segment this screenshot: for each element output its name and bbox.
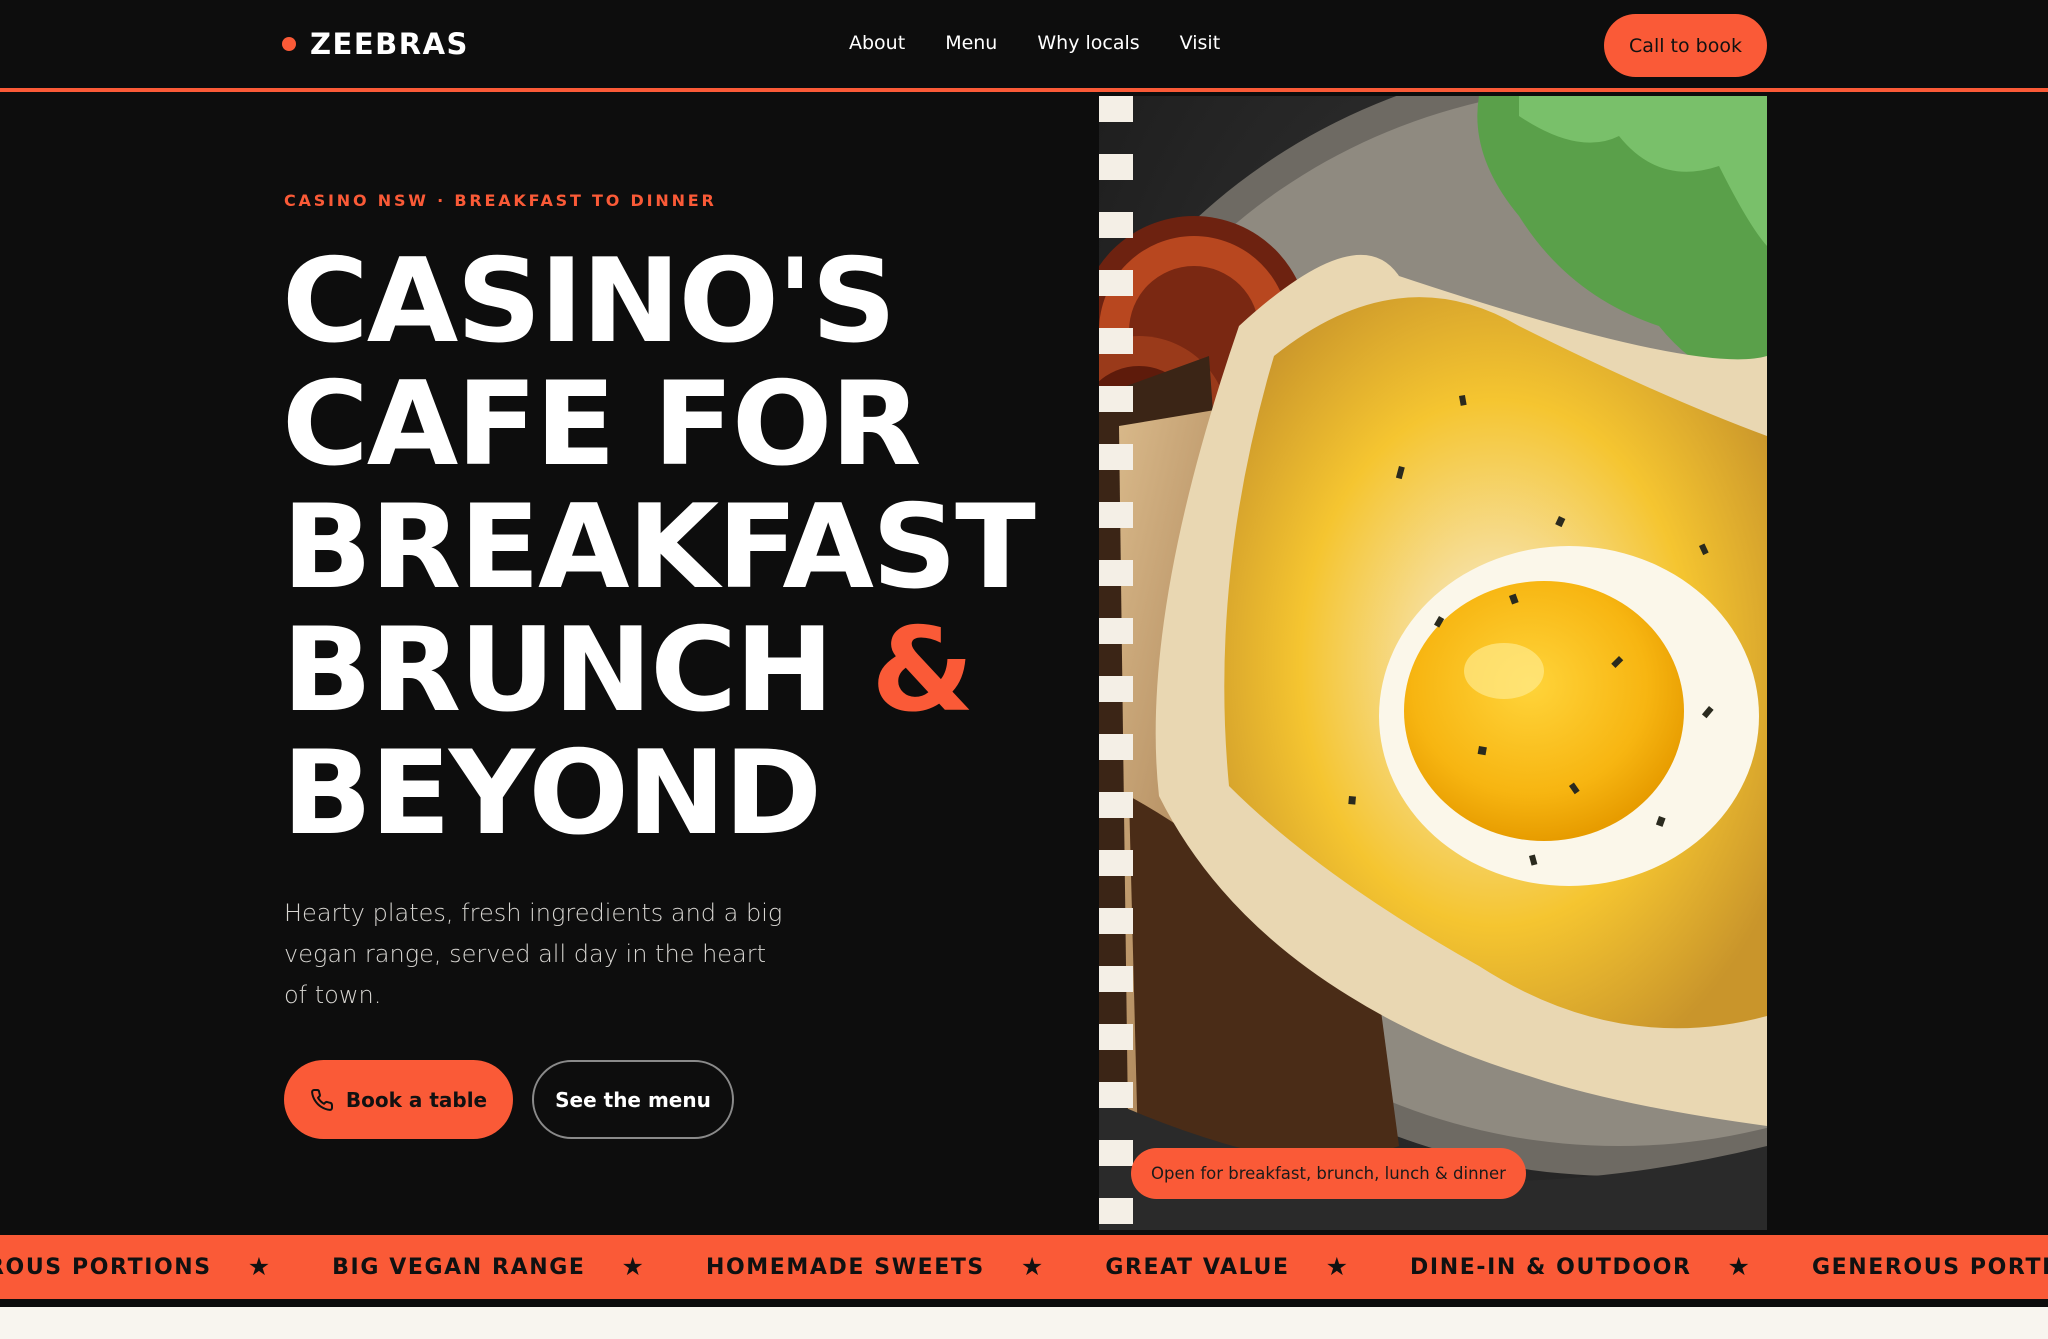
ticker-item: GENEROUS PORTIONS [1811, 1254, 2048, 1280]
ticker-item: ROUS PORTIONS [0, 1254, 212, 1280]
nav-link-about[interactable]: About [849, 32, 905, 54]
star-icon: ★ [247, 1253, 271, 1281]
hero-subtitle: Hearty plates, fresh ingredients and a b… [284, 899, 783, 1009]
book-table-label: Book a table [345, 1087, 488, 1112]
nav-link-visit[interactable]: Visit [1180, 32, 1221, 54]
ticker-item: DINE-IN & OUTDOOR [1410, 1254, 1692, 1280]
star-icon: ★ [1727, 1253, 1750, 1281]
next-section-edge [0, 1307, 2048, 1339]
ticker-track: ROUS PORTIONS ★ BIG VEGAN RANGE ★ HOMEMA… [0, 1235, 2048, 1299]
star-icon: ★ [621, 1253, 644, 1281]
headline-line-1: CASINO'S [282, 234, 896, 369]
top-nav: ZEEBRAS About Menu Why locals Visit Call… [0, 0, 2048, 92]
hero-eyebrow: CASINO NSW · BREAKFAST TO DINNER [284, 191, 717, 210]
egg-toast-image [1099, 96, 1767, 1230]
ticker-item: BIG VEGAN RANGE [332, 1254, 586, 1280]
headline-ampersand: & [871, 603, 974, 738]
features-ticker: ROUS PORTIONS ★ BIG VEGAN RANGE ★ HOMEMA… [0, 1235, 2048, 1303]
hours-badge: Open for breakfast, brunch, lunch & dinn… [1131, 1148, 1526, 1199]
brand-logo[interactable]: ZEEBRAS [282, 27, 469, 61]
book-table-button[interactable]: Book a table [284, 1060, 513, 1139]
hero-food-photo [1099, 96, 1767, 1230]
call-to-book-button[interactable]: Call to book [1604, 14, 1767, 77]
star-icon: ★ [1020, 1253, 1044, 1281]
see-menu-button[interactable]: See the menu [532, 1060, 734, 1139]
nav-link-why-locals[interactable]: Why locals [1037, 32, 1139, 54]
nav-link-menu[interactable]: Menu [945, 32, 997, 54]
headline-line-4: BRUNCH & [282, 609, 1139, 732]
phone-icon [310, 1088, 333, 1111]
headline-line-3: BREAKFAST [282, 480, 1036, 615]
nav-links: About Menu Why locals Visit [849, 32, 1260, 54]
headline-line-5: BEYOND [282, 726, 822, 861]
headline-line-2: CAFE FOR [282, 357, 921, 492]
logo-dot-icon [282, 37, 296, 51]
headline-brunch: BRUNCH [282, 603, 834, 738]
brand-name: ZEEBRAS [310, 27, 469, 61]
hero-headline: CASINO'S CAFE FOR BREAKFAST BRUNCH & BEY… [282, 240, 1139, 855]
ticker-item: GREAT VALUE [1105, 1254, 1290, 1280]
ticker-item: HOMEMADE SWEETS [705, 1254, 985, 1280]
star-icon: ★ [1325, 1253, 1349, 1281]
